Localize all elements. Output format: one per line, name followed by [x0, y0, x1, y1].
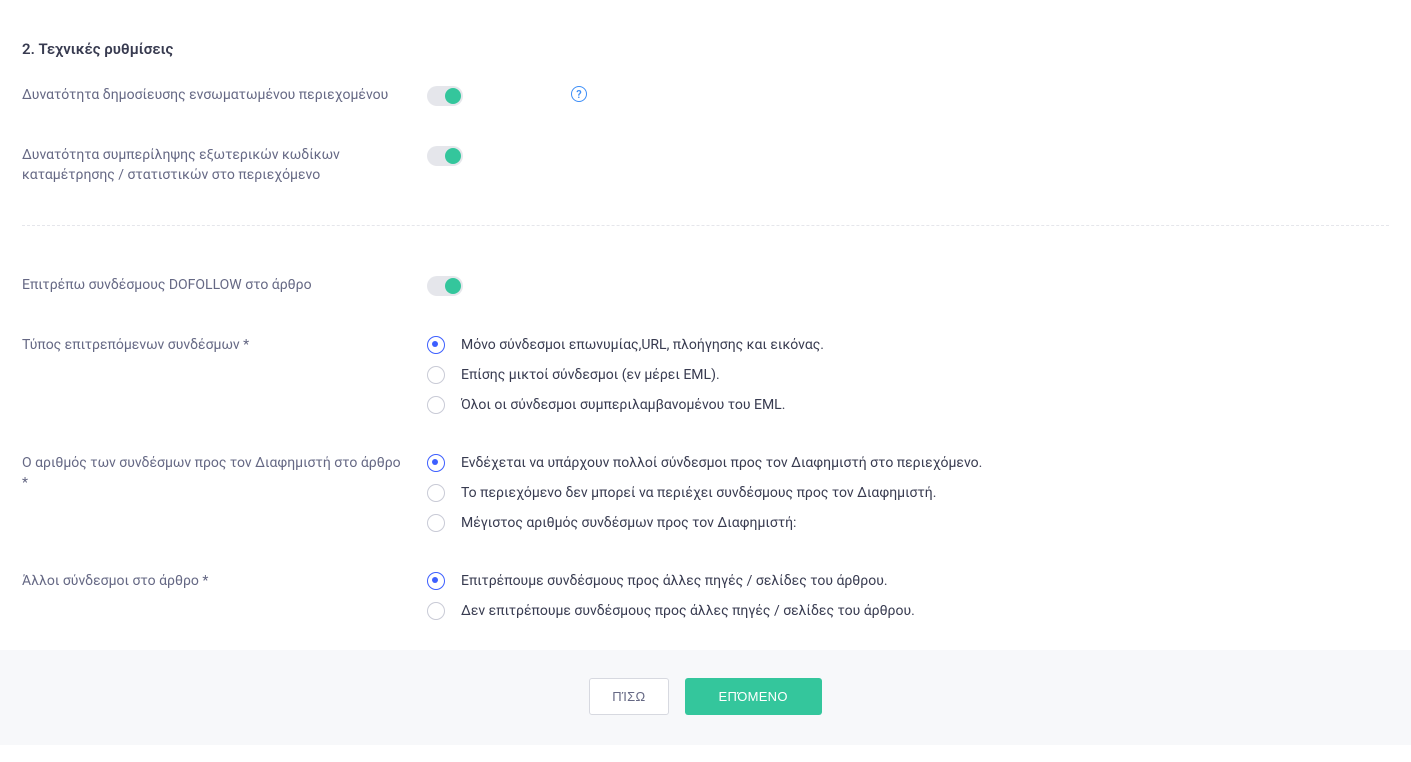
row-other-links: Άλλοι σύνδεσμοι στο άρθρο * Επιτρέπουμε …	[22, 572, 1389, 620]
row-dofollow: Επιτρέπω συνδέσμους DOFOLLOW στο άρθρο	[22, 276, 1389, 296]
radio-group-link-count: Ενδέχεται να υπάρχουν πολλοί σύνδεσμοι π…	[427, 454, 982, 532]
next-button[interactable]: ΕΠΌΜΕΝΟ	[685, 678, 822, 715]
divider	[22, 225, 1389, 226]
radio-option-other-links-0[interactable]: Επιτρέπουμε συνδέσμους προς άλλες πηγές …	[427, 572, 915, 590]
radio-link-count-2[interactable]	[427, 514, 445, 532]
radio-other-links-1[interactable]	[427, 602, 445, 620]
help-icon[interactable]: ?	[571, 86, 587, 102]
radio-link-types-0[interactable]	[427, 336, 445, 354]
section-title: 2. Τεχνικές ρυθμίσεις	[22, 40, 1389, 58]
radio-group-other-links: Επιτρέπουμε συνδέσμους προς άλλες πηγές …	[427, 572, 915, 620]
label-other-links: Άλλοι σύνδεσμοι στο άρθρο *	[22, 572, 427, 592]
radio-other-links-0[interactable]	[427, 572, 445, 590]
radio-link-count-1[interactable]	[427, 484, 445, 502]
radio-label-link-count-1: Το περιεχόμενο δεν μπορεί να περιέχει συ…	[461, 485, 936, 501]
toggle-embedded-content[interactable]	[427, 86, 463, 106]
radio-option-link-count-1[interactable]: Το περιεχόμενο δεν μπορεί να περιέχει συ…	[427, 484, 982, 502]
label-tracking-codes: Δυνατότητα συμπερίληψης εξωτερικών κωδίκ…	[22, 146, 427, 185]
radio-label-other-links-1: Δεν επιτρέπουμε συνδέσμους προς άλλες πη…	[461, 603, 915, 619]
radio-option-link-types-0[interactable]: Μόνο σύνδεσμοι επωνυμίας,URL, πλοήγησης …	[427, 336, 824, 354]
toggle-dofollow[interactable]	[427, 276, 463, 296]
radio-label-link-count-0: Ενδέχεται να υπάρχουν πολλοί σύνδεσμοι π…	[461, 455, 982, 471]
row-embedded-content: Δυνατότητα δημοσίευσης ενσωματωμένου περ…	[22, 86, 1389, 106]
radio-label-link-count-2: Μέγιστος αριθμός συνδέσμων προς τον Διαφ…	[461, 515, 796, 531]
label-embedded-content: Δυνατότητα δημοσίευσης ενσωματωμένου περ…	[22, 86, 427, 106]
radio-group-link-types: Μόνο σύνδεσμοι επωνυμίας,URL, πλοήγησης …	[427, 336, 824, 414]
radio-label-link-types-2: Όλοι οι σύνδεσμοι συμπεριλαμβανομένου το…	[461, 397, 785, 413]
radio-link-count-0[interactable]	[427, 454, 445, 472]
footer: ΠΊΣΩ ΕΠΌΜΕΝΟ	[0, 650, 1411, 745]
label-link-count: Ο αριθμός των συνδέσμων προς τον Διαφημι…	[22, 454, 427, 493]
radio-option-link-types-2[interactable]: Όλοι οι σύνδεσμοι συμπεριλαμβανομένου το…	[427, 396, 824, 414]
radio-option-link-count-2[interactable]: Μέγιστος αριθμός συνδέσμων προς τον Διαφ…	[427, 514, 982, 532]
back-button[interactable]: ΠΊΣΩ	[589, 678, 668, 715]
radio-option-other-links-1[interactable]: Δεν επιτρέπουμε συνδέσμους προς άλλες πη…	[427, 602, 915, 620]
row-link-types: Τύπος επιτρεπόμενων συνδέσμων * Μόνο σύν…	[22, 336, 1389, 414]
row-link-count: Ο αριθμός των συνδέσμων προς τον Διαφημι…	[22, 454, 1389, 532]
radio-label-other-links-0: Επιτρέπουμε συνδέσμους προς άλλες πηγές …	[461, 573, 888, 589]
label-link-types: Τύπος επιτρεπόμενων συνδέσμων *	[22, 336, 427, 356]
radio-option-link-types-1[interactable]: Επίσης μικτοί σύνδεσμοι (εν μέρει EML).	[427, 366, 824, 384]
radio-label-link-types-0: Μόνο σύνδεσμοι επωνυμίας,URL, πλοήγησης …	[461, 337, 824, 353]
radio-link-types-2[interactable]	[427, 396, 445, 414]
radio-link-types-1[interactable]	[427, 366, 445, 384]
toggle-tracking-codes[interactable]	[427, 146, 463, 166]
radio-label-link-types-1: Επίσης μικτοί σύνδεσμοι (εν μέρει EML).	[461, 367, 720, 383]
radio-option-link-count-0[interactable]: Ενδέχεται να υπάρχουν πολλοί σύνδεσμοι π…	[427, 454, 982, 472]
label-dofollow: Επιτρέπω συνδέσμους DOFOLLOW στο άρθρο	[22, 276, 427, 296]
row-tracking-codes: Δυνατότητα συμπερίληψης εξωτερικών κωδίκ…	[22, 146, 1389, 185]
